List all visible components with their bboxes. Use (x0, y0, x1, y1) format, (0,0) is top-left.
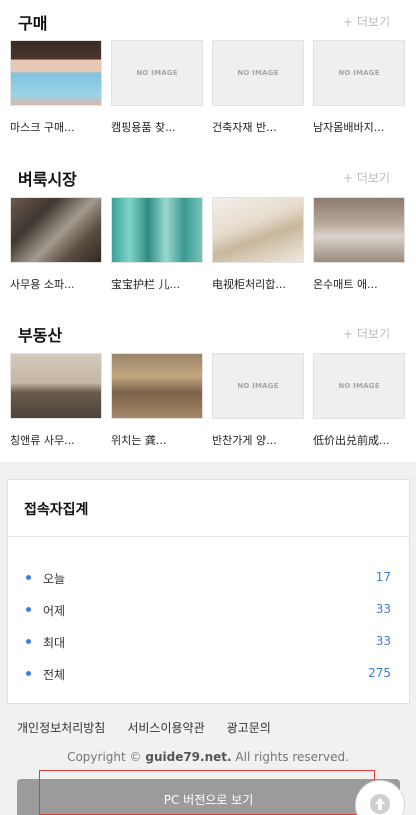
stat-value: 17 (375, 570, 391, 584)
item-caption[interactable]: 캠핑용품 찾... (111, 119, 203, 135)
stat-row-today: 오늘 17 (26, 569, 391, 589)
item-caption[interactable]: 칭앤류 사무... (10, 432, 102, 448)
stat-label: 전체 (43, 668, 66, 682)
list-item[interactable]: 위치는 龚... (111, 353, 203, 448)
list-item[interactable]: 마스크 구매... (10, 40, 102, 135)
list-item[interactable]: NO IMAGE 남자몸배바지... (313, 40, 405, 135)
item-caption[interactable]: 宝宝护栏 儿... (111, 276, 203, 292)
item-caption[interactable]: 남자몸배바지... (313, 119, 405, 135)
list-item[interactable]: 电视柜처리합... (212, 197, 304, 292)
no-image-placeholder[interactable]: NO IMAGE (212, 40, 304, 106)
section-title: 벼룩시장 (18, 170, 77, 189)
item-photo[interactable] (10, 353, 102, 419)
plus-icon: + (342, 327, 353, 341)
stat-value: 33 (375, 602, 391, 616)
more-link[interactable]: + 더보기 (343, 325, 390, 342)
item-photo[interactable] (313, 197, 405, 263)
more-label: 더보기 (356, 327, 390, 341)
list-item[interactable]: NO IMAGE 低价出兑前成... (313, 353, 405, 448)
no-image-placeholder[interactable]: NO IMAGE (313, 353, 405, 419)
plus-icon: + (342, 15, 353, 29)
arrow-up-icon (370, 794, 390, 814)
stat-row-yesterday: 어제 33 (26, 601, 391, 621)
list-item[interactable]: 사무용 소파... (10, 197, 102, 292)
item-photo[interactable] (10, 40, 102, 106)
item-photo[interactable] (212, 197, 304, 263)
item-caption[interactable]: 건축자재 반... (212, 119, 304, 135)
item-caption[interactable]: 위치는 龚... (111, 432, 203, 448)
no-image-placeholder[interactable]: NO IMAGE (212, 353, 304, 419)
stat-value: 33 (375, 634, 391, 648)
item-caption[interactable]: 低价出兑前成... (313, 432, 405, 448)
list-item[interactable]: NO IMAGE 건축자재 반... (212, 40, 304, 135)
list-item[interactable]: 온수매트 애... (313, 197, 405, 292)
list-item[interactable]: NO IMAGE 반찬가게 양... (212, 353, 304, 448)
more-label: 더보기 (356, 171, 390, 185)
section-title: 구매 (18, 14, 48, 33)
stat-row-total: 전체 275 (26, 665, 391, 685)
item-caption[interactable]: 사무용 소파... (10, 276, 102, 292)
item-photo[interactable] (111, 353, 203, 419)
list-item[interactable]: 칭앤류 사무... (10, 353, 102, 448)
item-caption[interactable]: 电视柜처리합... (212, 276, 304, 292)
site-name: guide79.net. (145, 750, 232, 764)
dot-icon (26, 639, 31, 644)
stat-label: 어제 (43, 604, 66, 618)
privacy-policy-link[interactable]: 개인정보처리방침 (17, 719, 105, 736)
item-caption[interactable]: 마스크 구매... (10, 119, 102, 135)
no-image-placeholder[interactable]: NO IMAGE (313, 40, 405, 106)
item-photo[interactable] (10, 197, 102, 263)
stat-label: 오늘 (43, 572, 66, 586)
terms-link[interactable]: 서비스이용약관 (127, 719, 204, 736)
item-photo[interactable] (111, 197, 203, 263)
section-title: 부동산 (18, 326, 63, 345)
plus-icon: + (342, 171, 353, 185)
list-item[interactable]: 宝宝护栏 儿... (111, 197, 203, 292)
more-label: 더보기 (356, 15, 390, 29)
more-link[interactable]: + 더보기 (343, 169, 390, 186)
list-item[interactable]: NO IMAGE 캠핑용품 찾... (111, 40, 203, 135)
footer-links: 개인정보처리방침 서비스이용약관 광고문의 (17, 719, 271, 736)
pc-version-label: PC 버전으로 보기 (163, 792, 254, 807)
advertising-link[interactable]: 광고문의 (227, 719, 271, 736)
pc-version-button[interactable]: PC 버전으로 보기 (17, 779, 400, 815)
stats-title: 접속자집계 (24, 502, 89, 518)
stat-row-max: 최대 33 (26, 633, 391, 653)
stat-label: 최대 (43, 636, 66, 650)
more-link[interactable]: + 더보기 (343, 13, 390, 30)
stat-value: 275 (368, 666, 391, 680)
no-image-placeholder[interactable]: NO IMAGE (111, 40, 203, 106)
dot-icon (26, 575, 31, 580)
dot-icon (26, 671, 31, 676)
copyright: Copyright © guide79.net. All rights rese… (67, 750, 349, 764)
dot-icon (26, 607, 31, 612)
visitor-stats-panel: 접속자집계 오늘 17 어제 33 최대 33 전체 275 (7, 479, 410, 704)
item-caption[interactable]: 반찬가게 양... (212, 432, 304, 448)
item-caption[interactable]: 온수매트 애... (313, 276, 405, 292)
divider (8, 536, 409, 537)
